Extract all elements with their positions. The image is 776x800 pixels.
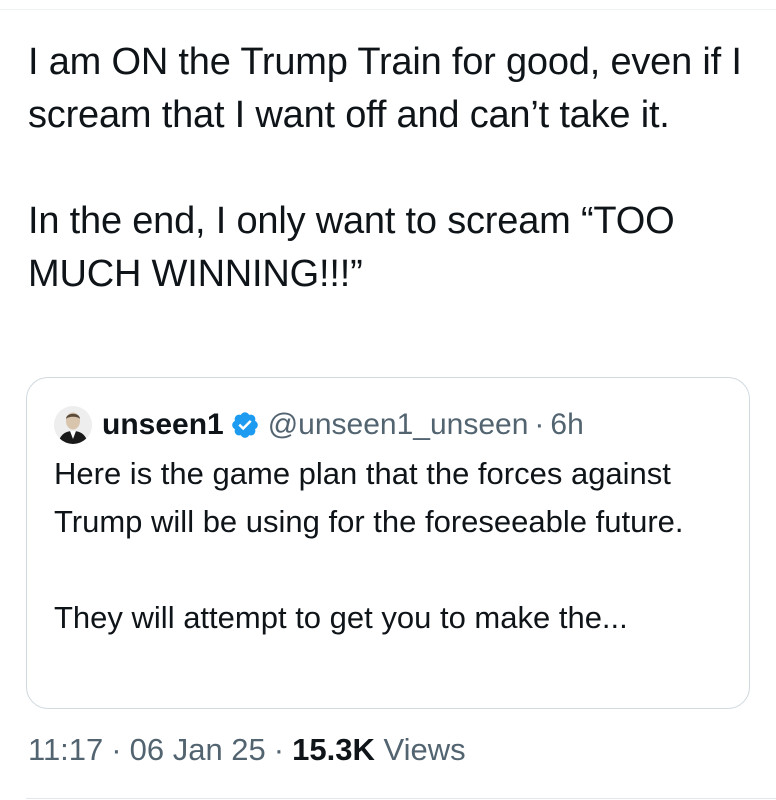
- top-divider: [0, 9, 776, 10]
- avatar-portrait-icon: [54, 406, 92, 444]
- quoted-tweet-text: Here is the game plan that the forces ag…: [54, 450, 734, 642]
- quoted-tweet-header: unseen1 @unseen1_unseen · 6h: [54, 405, 584, 445]
- meta-separator-2: ·: [273, 732, 285, 767]
- quoted-timestamp[interactable]: 6h: [550, 408, 583, 442]
- tweet-date[interactable]: 06 Jan 25: [130, 732, 266, 767]
- tweet-paragraph-2: In the end, I only want to scream “TOO M…: [28, 200, 675, 295]
- tweet-time[interactable]: 11:17: [28, 732, 103, 767]
- tweet-paragraph-1: I am ON the Trump Train for good, even i…: [28, 41, 742, 136]
- views-count[interactable]: 15.3K: [292, 732, 375, 767]
- tweet-meta: 11:17 · 06 Jan 25 · 15.3K Views: [28, 728, 466, 772]
- avatar[interactable]: [54, 406, 92, 444]
- verified-badge-icon: [231, 412, 258, 438]
- quoted-paragraph-1: Here is the game plan that the forces ag…: [54, 456, 684, 539]
- quoted-display-name[interactable]: unseen1: [102, 408, 224, 442]
- views-label[interactable]: Views: [383, 732, 465, 767]
- quoted-tweet-card[interactable]: unseen1 @unseen1_unseen · 6h Here is the…: [26, 377, 750, 709]
- header-separator: ·: [534, 408, 545, 441]
- tweet-text: I am ON the Trump Train for good, even i…: [28, 36, 758, 301]
- bottom-divider: [26, 798, 776, 799]
- quoted-paragraph-2: They will attempt to get you to make the…: [54, 600, 628, 635]
- quoted-handle[interactable]: @unseen1_unseen: [268, 408, 529, 442]
- meta-separator-1: ·: [111, 732, 122, 767]
